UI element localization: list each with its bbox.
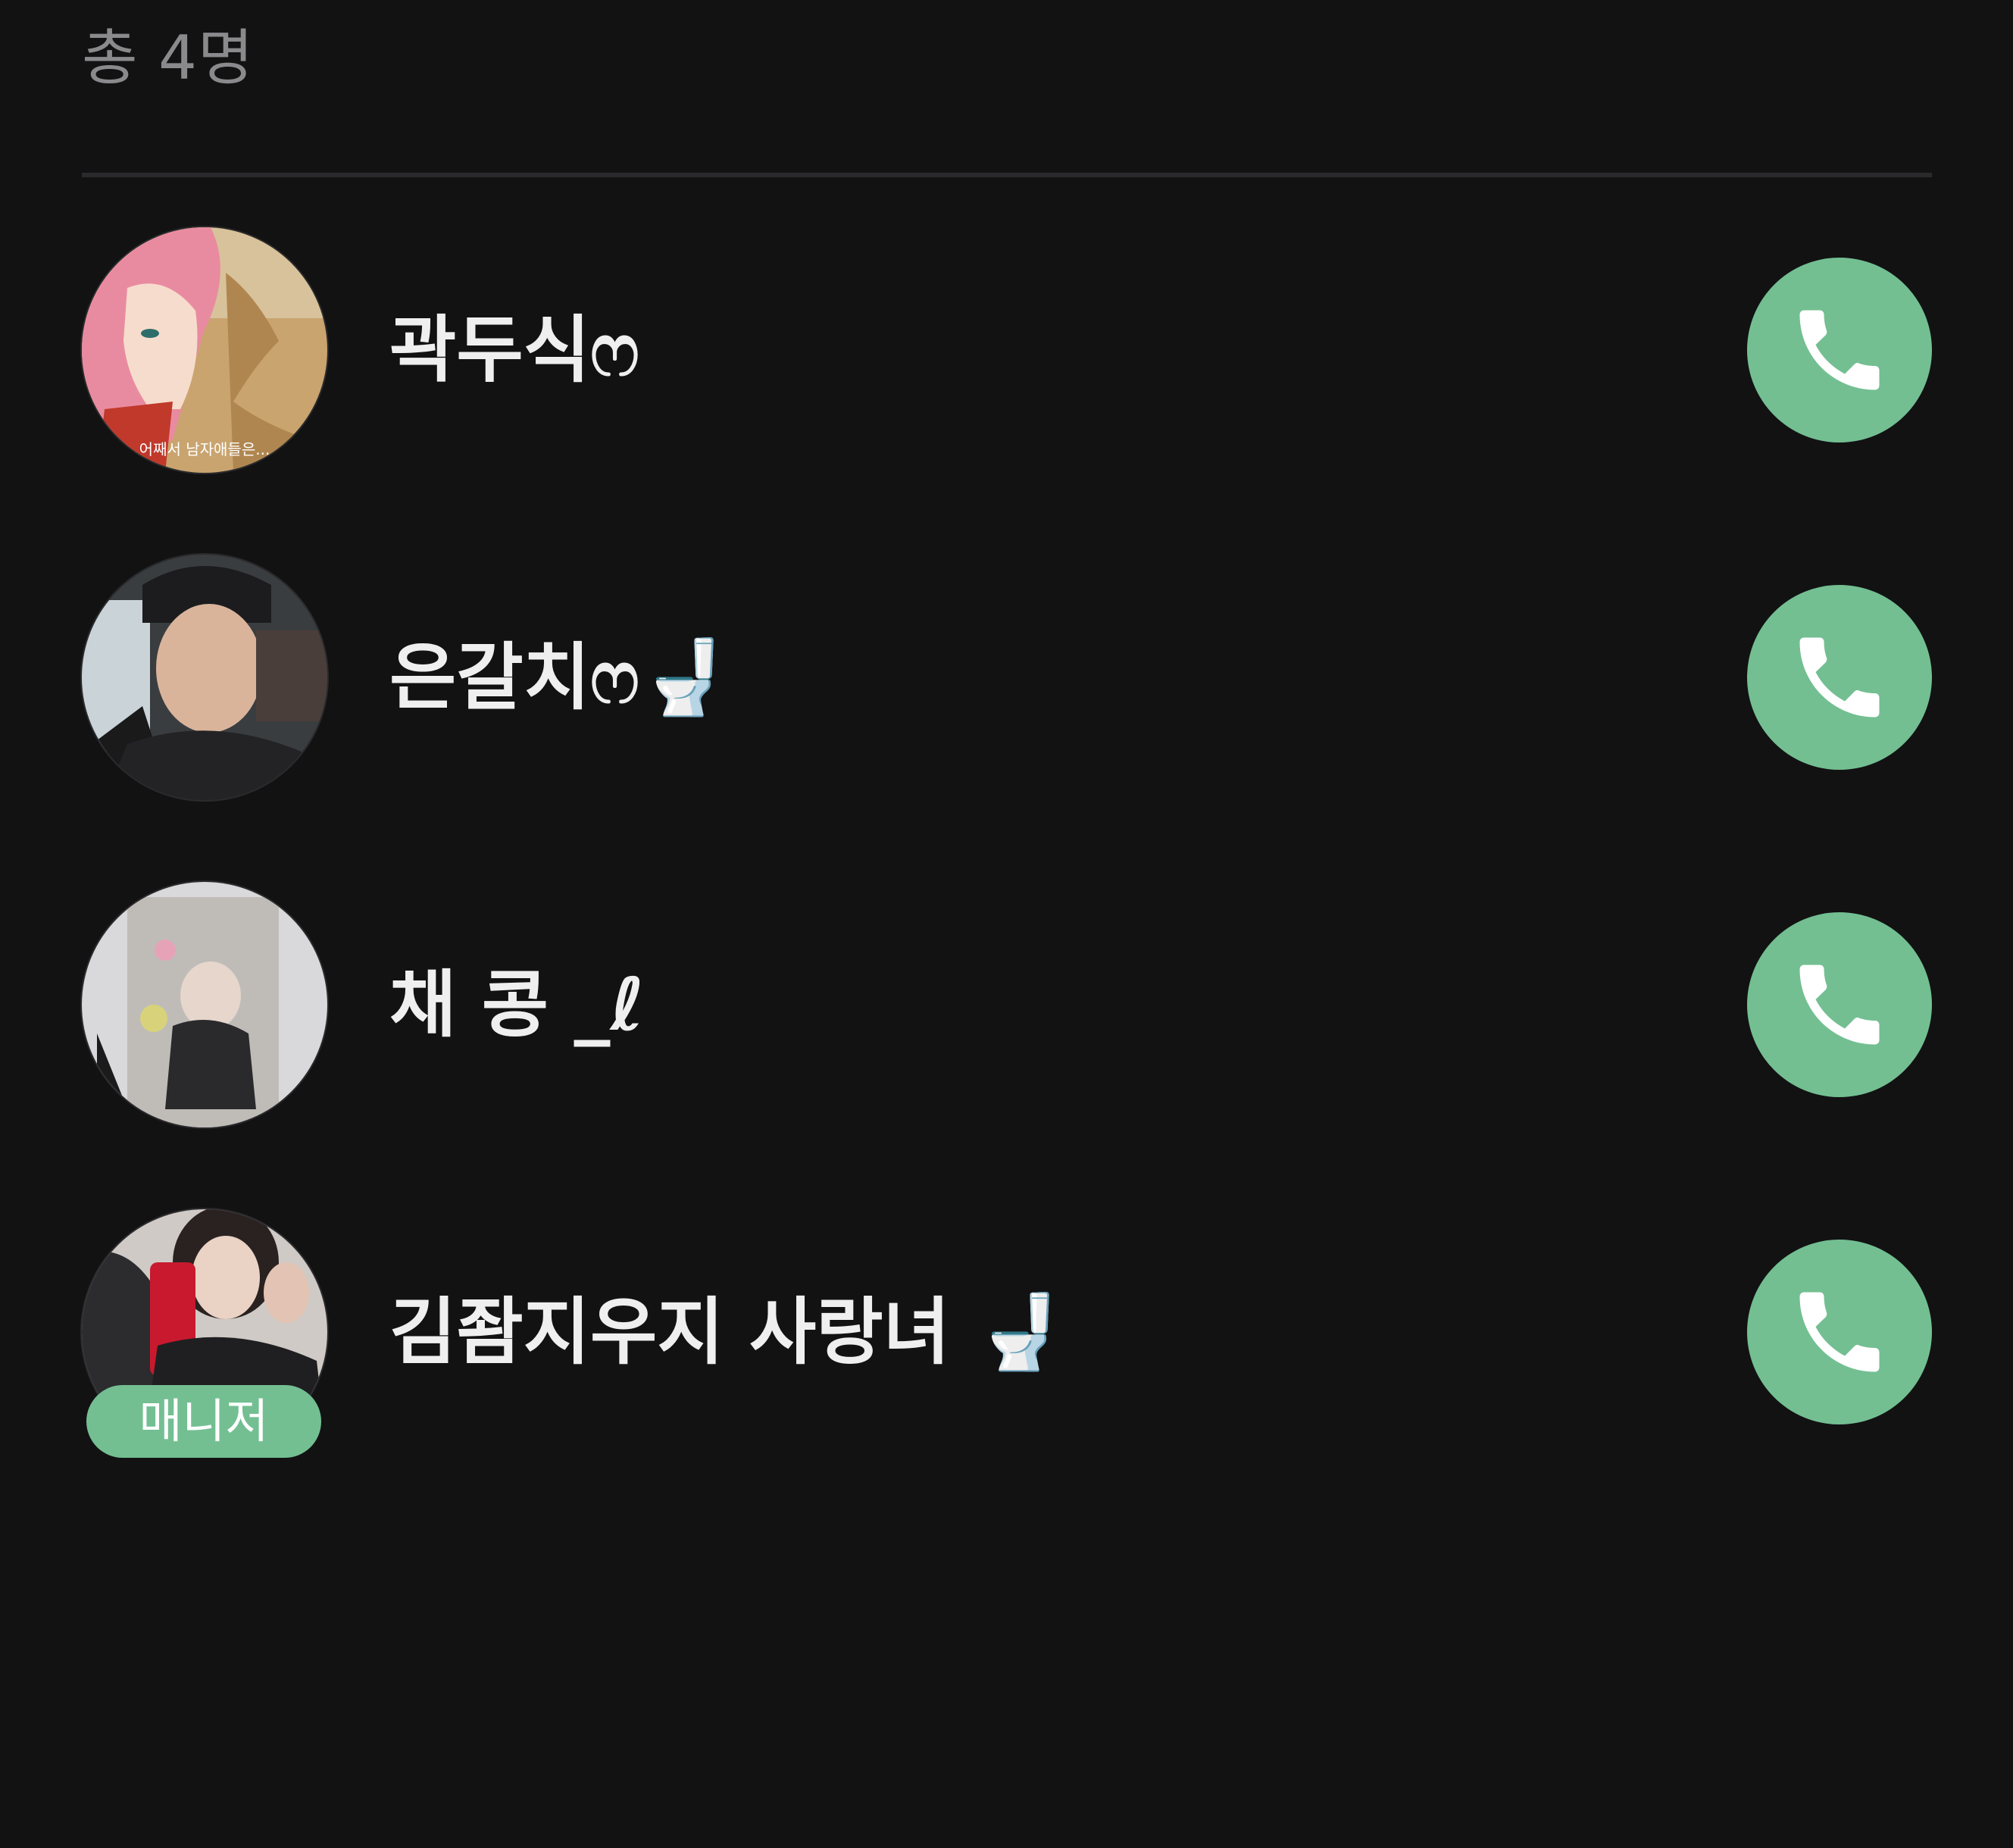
member-row[interactable]: 어째서 남자애들은... 곽두식ෆ [82, 227, 1932, 473]
call-button[interactable] [1747, 258, 1932, 442]
member-row[interactable]: 채 콩 _ℓ [82, 882, 1932, 1127]
phone-icon [1799, 1292, 1880, 1372]
member-row[interactable]: 매니저 김좜지우지 사랑녀 🚽 [82, 1209, 1932, 1458]
phone-icon [1799, 965, 1880, 1045]
phone-icon [1799, 310, 1880, 390]
avatar[interactable] [82, 882, 327, 1127]
member-count-label: 총 4명 [82, 23, 255, 93]
role-badge: 매니저 [86, 1385, 321, 1458]
member-row[interactable]: 은갈치ෆ🚽 [82, 555, 1932, 800]
list-divider [82, 173, 1932, 177]
member-name: 김좜지우지 사랑녀 🚽 [389, 1290, 1066, 1374]
avatar[interactable] [82, 555, 327, 800]
avatar[interactable]: 어째서 남자애들은... [82, 227, 327, 473]
avatar-caption: 어째서 남자애들은... [139, 440, 270, 458]
phone-icon [1799, 637, 1880, 718]
member-name: 곽두식ෆ [389, 308, 639, 392]
call-button[interactable] [1747, 1240, 1932, 1424]
member-name: 은갈치ෆ🚽 [389, 635, 730, 720]
call-button[interactable] [1747, 912, 1932, 1097]
call-button[interactable] [1747, 585, 1932, 770]
member-name: 채 콩 _ℓ [389, 962, 645, 1047]
